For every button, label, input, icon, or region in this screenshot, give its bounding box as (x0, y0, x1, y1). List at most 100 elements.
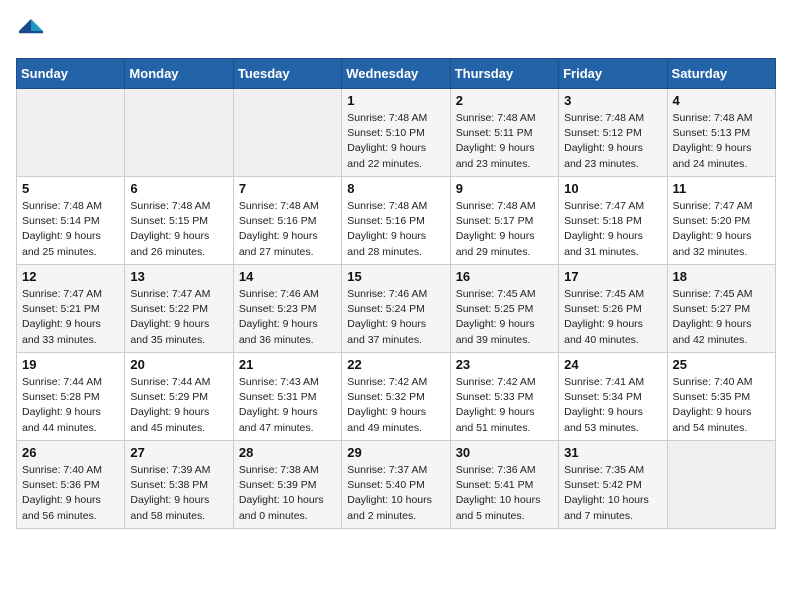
calendar-cell: 22 Sunrise: 7:42 AMSunset: 5:32 PMDayligh… (342, 353, 450, 441)
calendar-cell: 23 Sunrise: 7:42 AMSunset: 5:33 PMDayligh… (450, 353, 558, 441)
calendar-week-2: 5 Sunrise: 7:48 AMSunset: 5:14 PMDaylight… (17, 177, 776, 265)
day-info: Sunrise: 7:44 AMSunset: 5:28 PMDaylight:… (22, 375, 119, 436)
day-info: Sunrise: 7:45 AMSunset: 5:27 PMDaylight:… (673, 287, 770, 348)
day-info: Sunrise: 7:48 AMSunset: 5:11 PMDaylight:… (456, 111, 553, 172)
calendar-cell (17, 89, 125, 177)
day-info: Sunrise: 7:37 AMSunset: 5:40 PMDaylight:… (347, 463, 444, 524)
day-info: Sunrise: 7:45 AMSunset: 5:25 PMDaylight:… (456, 287, 553, 348)
calendar-cell: 1Sunrise: 7:48 AMSunset: 5:10 PMDaylight… (342, 89, 450, 177)
day-info: Sunrise: 7:35 AMSunset: 5:42 PMDaylight:… (564, 463, 661, 524)
day-number: 25 (673, 357, 770, 372)
day-info: Sunrise: 7:48 AMSunset: 5:14 PMDaylight:… (22, 199, 119, 260)
calendar-cell: 15 Sunrise: 7:46 AMSunset: 5:24 PMDayligh… (342, 265, 450, 353)
day-number: 30 (456, 445, 553, 460)
calendar-week-4: 19Sunrise: 7:44 AMSunset: 5:28 PMDayligh… (17, 353, 776, 441)
day-info: Sunrise: 7:47 AMSunset: 5:22 PMDaylight:… (130, 287, 227, 348)
calendar-cell: 8Sunrise: 7:48 AMSunset: 5:16 PMDaylight… (342, 177, 450, 265)
logo-icon (16, 16, 46, 46)
calendar-cell: 12 Sunrise: 7:47 AMSunset: 5:21 PMDayligh… (17, 265, 125, 353)
calendar-cell: 21 Sunrise: 7:43 AMSunset: 5:31 PMDayligh… (233, 353, 341, 441)
logo (16, 16, 50, 46)
calendar-cell (125, 89, 233, 177)
calendar-week-1: 1Sunrise: 7:48 AMSunset: 5:10 PMDaylight… (17, 89, 776, 177)
weekday-saturday: Saturday (667, 59, 775, 89)
day-info: Sunrise: 7:48 AMSunset: 5:16 PMDaylight:… (239, 199, 336, 260)
day-number: 18 (673, 269, 770, 284)
calendar-cell: 27Sunrise: 7:39 AMSunset: 5:38 PMDayligh… (125, 441, 233, 529)
calendar-cell: 28 Sunrise: 7:38 AMSunset: 5:39 PMDayligh… (233, 441, 341, 529)
day-number: 20 (130, 357, 227, 372)
day-number: 7 (239, 181, 336, 196)
day-number: 22 (347, 357, 444, 372)
weekday-tuesday: Tuesday (233, 59, 341, 89)
day-number: 8 (347, 181, 444, 196)
day-number: 16 (456, 269, 553, 284)
calendar-cell: 7 Sunrise: 7:48 AMSunset: 5:16 PMDaylight… (233, 177, 341, 265)
day-info: Sunrise: 7:42 AMSunset: 5:33 PMDaylight:… (456, 375, 553, 436)
day-number: 9 (456, 181, 553, 196)
day-number: 29 (347, 445, 444, 460)
day-number: 15 (347, 269, 444, 284)
day-info: Sunrise: 7:47 AMSunset: 5:20 PMDaylight:… (673, 199, 770, 260)
day-number: 3 (564, 93, 661, 108)
day-number: 5 (22, 181, 119, 196)
day-info: Sunrise: 7:40 AMSunset: 5:36 PMDaylight:… (22, 463, 119, 524)
calendar-cell: 16 Sunrise: 7:45 AMSunset: 5:25 PMDayligh… (450, 265, 558, 353)
day-info: Sunrise: 7:46 AMSunset: 5:23 PMDaylight:… (239, 287, 336, 348)
weekday-thursday: Thursday (450, 59, 558, 89)
page-header (16, 16, 776, 46)
calendar-cell: 25Sunrise: 7:40 AMSunset: 5:35 PMDayligh… (667, 353, 775, 441)
day-info: Sunrise: 7:46 AMSunset: 5:24 PMDaylight:… (347, 287, 444, 348)
weekday-sunday: Sunday (17, 59, 125, 89)
day-info: Sunrise: 7:48 AMSunset: 5:10 PMDaylight:… (347, 111, 444, 172)
calendar-cell: 6 Sunrise: 7:48 AMSunset: 5:15 PMDaylight… (125, 177, 233, 265)
day-info: Sunrise: 7:38 AMSunset: 5:39 PMDaylight:… (239, 463, 336, 524)
calendar-cell: 4Sunrise: 7:48 AMSunset: 5:13 PMDaylight… (667, 89, 775, 177)
calendar-cell: 10Sunrise: 7:47 AMSunset: 5:18 PMDayligh… (559, 177, 667, 265)
calendar-cell: 31Sunrise: 7:35 AMSunset: 5:42 PMDayligh… (559, 441, 667, 529)
calendar-cell: 11 Sunrise: 7:47 AMSunset: 5:20 PMDayligh… (667, 177, 775, 265)
weekday-wednesday: Wednesday (342, 59, 450, 89)
weekday-friday: Friday (559, 59, 667, 89)
day-info: Sunrise: 7:48 AMSunset: 5:12 PMDaylight:… (564, 111, 661, 172)
day-number: 12 (22, 269, 119, 284)
day-number: 28 (239, 445, 336, 460)
day-number: 23 (456, 357, 553, 372)
day-info: Sunrise: 7:39 AMSunset: 5:38 PMDaylight:… (130, 463, 227, 524)
calendar-cell (667, 441, 775, 529)
calendar-cell: 17 Sunrise: 7:45 AMSunset: 5:26 PMDayligh… (559, 265, 667, 353)
day-number: 14 (239, 269, 336, 284)
calendar-cell: 26Sunrise: 7:40 AMSunset: 5:36 PMDayligh… (17, 441, 125, 529)
day-info: Sunrise: 7:36 AMSunset: 5:41 PMDaylight:… (456, 463, 553, 524)
calendar-cell: 3 Sunrise: 7:48 AMSunset: 5:12 PMDaylight… (559, 89, 667, 177)
calendar-cell: 20Sunrise: 7:44 AMSunset: 5:29 PMDayligh… (125, 353, 233, 441)
day-info: Sunrise: 7:41 AMSunset: 5:34 PMDaylight:… (564, 375, 661, 436)
calendar-week-3: 12 Sunrise: 7:47 AMSunset: 5:21 PMDayligh… (17, 265, 776, 353)
calendar-table: SundayMondayTuesdayWednesdayThursdayFrid… (16, 58, 776, 529)
day-info: Sunrise: 7:43 AMSunset: 5:31 PMDaylight:… (239, 375, 336, 436)
calendar-cell: 2Sunrise: 7:48 AMSunset: 5:11 PMDaylight… (450, 89, 558, 177)
calendar-cell (233, 89, 341, 177)
calendar-cell: 13 Sunrise: 7:47 AMSunset: 5:22 PMDayligh… (125, 265, 233, 353)
day-info: Sunrise: 7:45 AMSunset: 5:26 PMDaylight:… (564, 287, 661, 348)
calendar-cell: 29 Sunrise: 7:37 AMSunset: 5:40 PMDayligh… (342, 441, 450, 529)
calendar-cell: 24 Sunrise: 7:41 AMSunset: 5:34 PMDayligh… (559, 353, 667, 441)
day-info: Sunrise: 7:47 AMSunset: 5:18 PMDaylight:… (564, 199, 661, 260)
day-info: Sunrise: 7:48 AMSunset: 5:15 PMDaylight:… (130, 199, 227, 260)
day-number: 17 (564, 269, 661, 284)
weekday-monday: Monday (125, 59, 233, 89)
day-number: 24 (564, 357, 661, 372)
day-info: Sunrise: 7:48 AMSunset: 5:13 PMDaylight:… (673, 111, 770, 172)
calendar-cell: 18 Sunrise: 7:45 AMSunset: 5:27 PMDayligh… (667, 265, 775, 353)
weekday-header-row: SundayMondayTuesdayWednesdayThursdayFrid… (17, 59, 776, 89)
day-number: 6 (130, 181, 227, 196)
day-info: Sunrise: 7:42 AMSunset: 5:32 PMDaylight:… (347, 375, 444, 436)
day-number: 11 (673, 181, 770, 196)
calendar-week-5: 26Sunrise: 7:40 AMSunset: 5:36 PMDayligh… (17, 441, 776, 529)
day-number: 13 (130, 269, 227, 284)
day-info: Sunrise: 7:48 AMSunset: 5:17 PMDaylight:… (456, 199, 553, 260)
calendar-cell: 30 Sunrise: 7:36 AMSunset: 5:41 PMDayligh… (450, 441, 558, 529)
day-number: 21 (239, 357, 336, 372)
calendar-cell: 9 Sunrise: 7:48 AMSunset: 5:17 PMDaylight… (450, 177, 558, 265)
day-info: Sunrise: 7:47 AMSunset: 5:21 PMDaylight:… (22, 287, 119, 348)
